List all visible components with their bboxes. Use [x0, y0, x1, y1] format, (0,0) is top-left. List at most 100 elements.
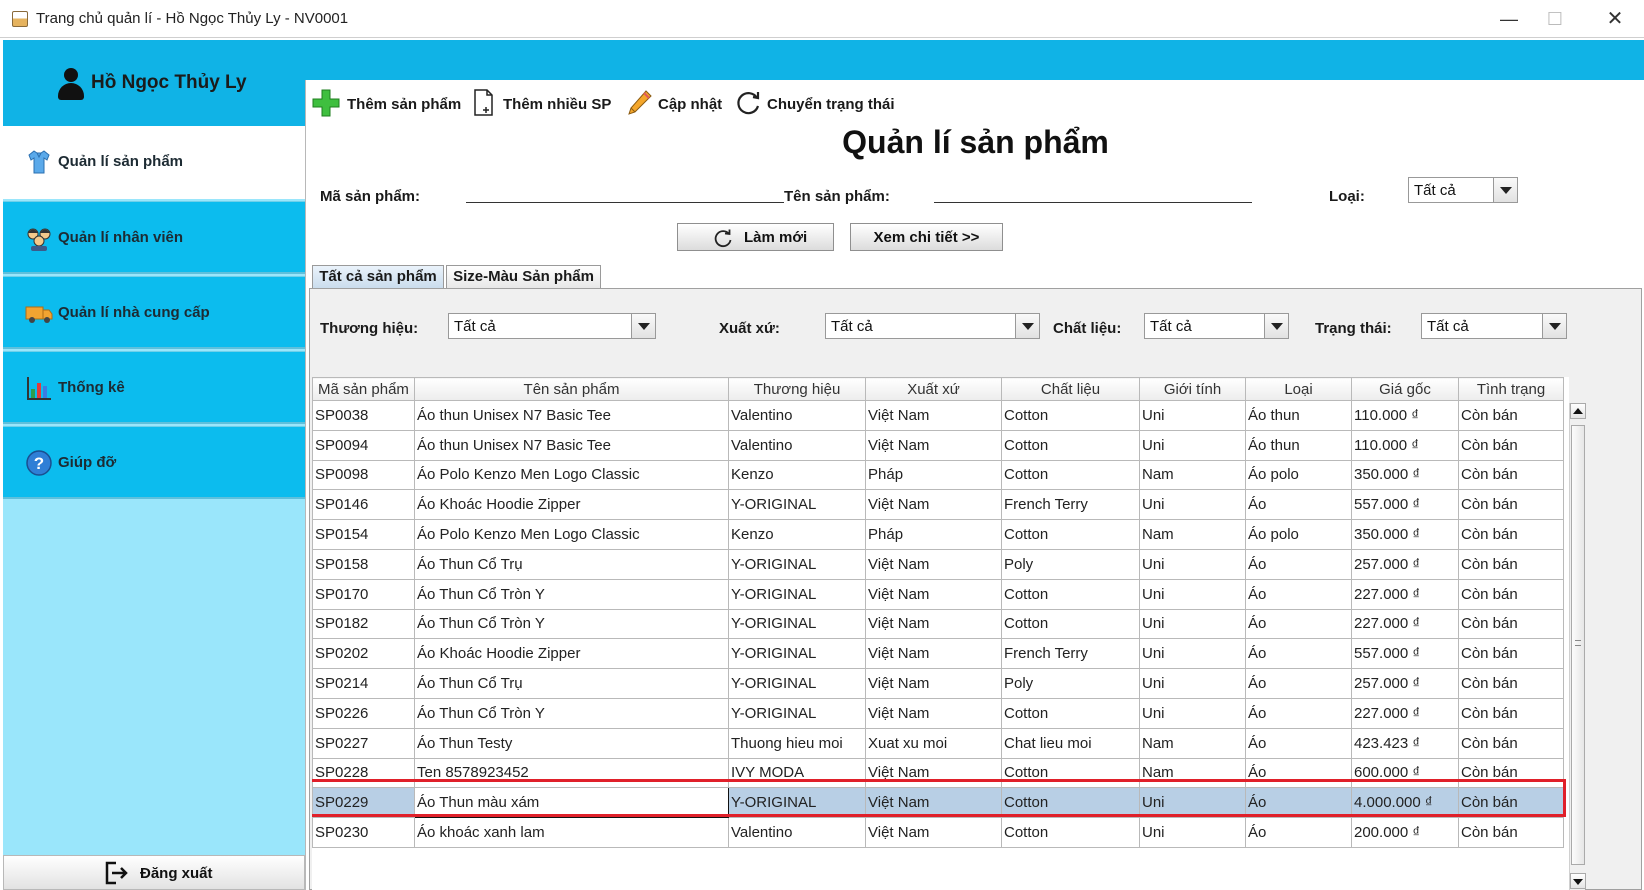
table-cell[interactable]: Áo Thun Cổ Tròn Y	[414, 578, 729, 610]
table-cell[interactable]: 350.000 ₫	[1351, 459, 1459, 491]
table-cell[interactable]: Việt Nam	[865, 668, 1002, 699]
table-cell[interactable]: Áo	[1245, 668, 1352, 699]
table-cell[interactable]: Pháp	[865, 519, 1002, 550]
table-cell[interactable]: Còn bán	[1458, 727, 1564, 759]
table-cell[interactable]: Valentino	[728, 429, 866, 461]
table-cell[interactable]: 423.423 ₫	[1351, 727, 1459, 759]
table-cell[interactable]: Y-ORIGINAL	[728, 548, 866, 580]
table-cell[interactable]: Uni	[1139, 400, 1246, 431]
table-cell[interactable]: SP0226	[312, 697, 415, 729]
material-filter-select[interactable]: Tất cả	[1144, 313, 1289, 339]
table-cell[interactable]: SP0158	[312, 548, 415, 580]
column-header[interactable]: Loại	[1245, 377, 1352, 401]
table-cell[interactable]: Cotton	[1001, 787, 1140, 819]
table-cell[interactable]: Việt Nam	[865, 638, 1002, 670]
table-cell[interactable]: Cotton	[1001, 578, 1140, 610]
table-cell[interactable]: Áo polo	[1245, 459, 1352, 491]
table-cell[interactable]: Còn bán	[1458, 668, 1564, 699]
table-cell[interactable]: SP0227	[312, 727, 415, 759]
table-cell[interactable]: Uni	[1139, 429, 1246, 461]
table-cell[interactable]: IVY MODA	[728, 757, 866, 789]
table-cell[interactable]: SP0229	[312, 787, 415, 819]
table-cell[interactable]: Áo	[1245, 727, 1352, 759]
table-cell[interactable]: 350.000 ₫	[1351, 519, 1459, 550]
table-row[interactable]: SP0214 Áo Thun Cổ Trụ Y-ORIGINAL Việt Nam Po…	[312, 668, 1564, 699]
table-row[interactable]: SP0228 Ten 8578923452 IVY MODA Việt Nam Cott…	[312, 757, 1564, 789]
table-cell[interactable]: 227.000 ₫	[1351, 578, 1459, 610]
table-row[interactable]: SP0202 Áo Khoác Hoodie Zipper Y-ORIGINAL Vi…	[312, 638, 1564, 670]
add-product-button[interactable]: Thêm sản phẩm	[311, 86, 461, 118]
table-cell[interactable]: Áo	[1245, 548, 1352, 580]
table-cell[interactable]: Việt Nam	[865, 787, 1002, 819]
column-header[interactable]: Tình trạng	[1458, 377, 1564, 401]
table-cell[interactable]: Còn bán	[1458, 459, 1564, 491]
table-cell[interactable]: Áo thun	[1245, 400, 1352, 431]
table-cell[interactable]: Uni	[1139, 638, 1246, 670]
table-cell[interactable]: Còn bán	[1458, 548, 1564, 580]
table-cell[interactable]: Y-ORIGINAL	[728, 638, 866, 670]
table-cell[interactable]: Cotton	[1001, 400, 1140, 431]
table-cell[interactable]: Còn bán	[1458, 697, 1564, 729]
table-cell[interactable]: Nam	[1139, 727, 1246, 759]
chevron-down-icon[interactable]	[1493, 178, 1517, 202]
table-cell[interactable]: Áo thun Unisex N7 Basic Tee	[414, 429, 729, 461]
table-cell[interactable]: 600.000 ₫	[1351, 757, 1459, 789]
table-cell[interactable]: Việt Nam	[865, 757, 1002, 789]
chevron-down-icon[interactable]	[1264, 314, 1288, 338]
table-row[interactable]: SP0154 Áo Polo Kenzo Men Logo Classic Kenz…	[312, 519, 1564, 550]
table-cell[interactable]: French Terry	[1001, 638, 1140, 670]
table-cell[interactable]: Việt Nam	[865, 429, 1002, 461]
scroll-up-arrow-icon[interactable]	[1570, 403, 1586, 419]
table-cell[interactable]: Y-ORIGINAL	[728, 787, 866, 819]
table-cell[interactable]: SP0228	[312, 757, 415, 789]
column-header[interactable]: Xuất xứ	[865, 377, 1002, 401]
table-cell[interactable]: Việt Nam	[865, 608, 1002, 640]
table-cell[interactable]: Áo Thun Testy	[414, 727, 729, 759]
table-cell[interactable]: 557.000 ₫	[1351, 489, 1459, 521]
table-cell[interactable]: Còn bán	[1458, 489, 1564, 521]
table-cell[interactable]: Việt Nam	[865, 489, 1002, 521]
table-cell[interactable]: Áo	[1245, 697, 1352, 729]
column-header[interactable]: Giá gốc	[1351, 377, 1459, 401]
table-row[interactable]: SP0227 Áo Thun Testy Thuong hieu moi Xuat x…	[312, 727, 1564, 759]
table-cell[interactable]: Áo	[1245, 638, 1352, 670]
table-cell[interactable]: Áo khoác xanh lam	[414, 817, 729, 848]
table-cell[interactable]: Áo	[1245, 757, 1352, 789]
column-header[interactable]: Chất liệu	[1001, 377, 1140, 401]
table-cell[interactable]: 257.000 ₫	[1351, 548, 1459, 580]
table-cell[interactable]: SP0214	[312, 668, 415, 699]
table-cell[interactable]: SP0170	[312, 578, 415, 610]
table-cell[interactable]: Việt Nam	[865, 578, 1002, 610]
table-cell[interactable]: Uni	[1139, 489, 1246, 521]
table-cell[interactable]: Y-ORIGINAL	[728, 578, 866, 610]
tab-size-color[interactable]: Size-Màu Sản phẩm	[446, 265, 601, 289]
table-cell[interactable]: Còn bán	[1458, 787, 1564, 819]
table-cell[interactable]: Ten 8578923452	[414, 757, 729, 789]
table-cell[interactable]: Áo Polo Kenzo Men Logo Classic	[414, 519, 729, 550]
minimize-button[interactable]: —	[1486, 4, 1532, 34]
table-cell[interactable]: Còn bán	[1458, 400, 1564, 431]
table-cell[interactable]: SP0038	[312, 400, 415, 431]
table-row[interactable]: SP0038 Áo thun Unisex N7 Basic Tee Valenti…	[312, 400, 1564, 431]
table-cell[interactable]: SP0098	[312, 459, 415, 491]
table-cell[interactable]: Áo Thun Cổ Trụ	[414, 548, 729, 580]
table-cell[interactable]: Còn bán	[1458, 429, 1564, 461]
table-cell[interactable]: 257.000 ₫	[1351, 668, 1459, 699]
view-detail-button[interactable]: Xem chi tiết >>	[850, 223, 1003, 251]
origin-filter-select[interactable]: Tất cả	[825, 313, 1040, 339]
table-cell[interactable]: Áo Polo Kenzo Men Logo Classic	[414, 459, 729, 491]
table-cell[interactable]: Uni	[1139, 548, 1246, 580]
change-status-button[interactable]: Chuyển trạng thái	[733, 86, 903, 118]
table-cell[interactable]: Poly	[1001, 668, 1140, 699]
table-cell[interactable]: Cotton	[1001, 757, 1140, 789]
table-cell[interactable]: Áo Thun Cổ Trụ	[414, 668, 729, 699]
table-cell[interactable]: Áo Khoác Hoodie Zipper	[414, 638, 729, 670]
table-row[interactable]: SP0146 Áo Khoác Hoodie Zipper Y-ORIGINAL Vi…	[312, 489, 1564, 521]
table-cell[interactable]: Valentino	[728, 817, 866, 848]
type-select[interactable]: Tất cả	[1408, 177, 1518, 203]
table-row[interactable]: SP0230 Áo khoác xanh lam Valentino Việt Nam…	[312, 817, 1564, 848]
table-cell[interactable]: Y-ORIGINAL	[728, 489, 866, 521]
table-cell[interactable]: Áo	[1245, 489, 1352, 521]
table-cell[interactable]: Pháp	[865, 459, 1002, 491]
table-cell[interactable]: Còn bán	[1458, 757, 1564, 789]
